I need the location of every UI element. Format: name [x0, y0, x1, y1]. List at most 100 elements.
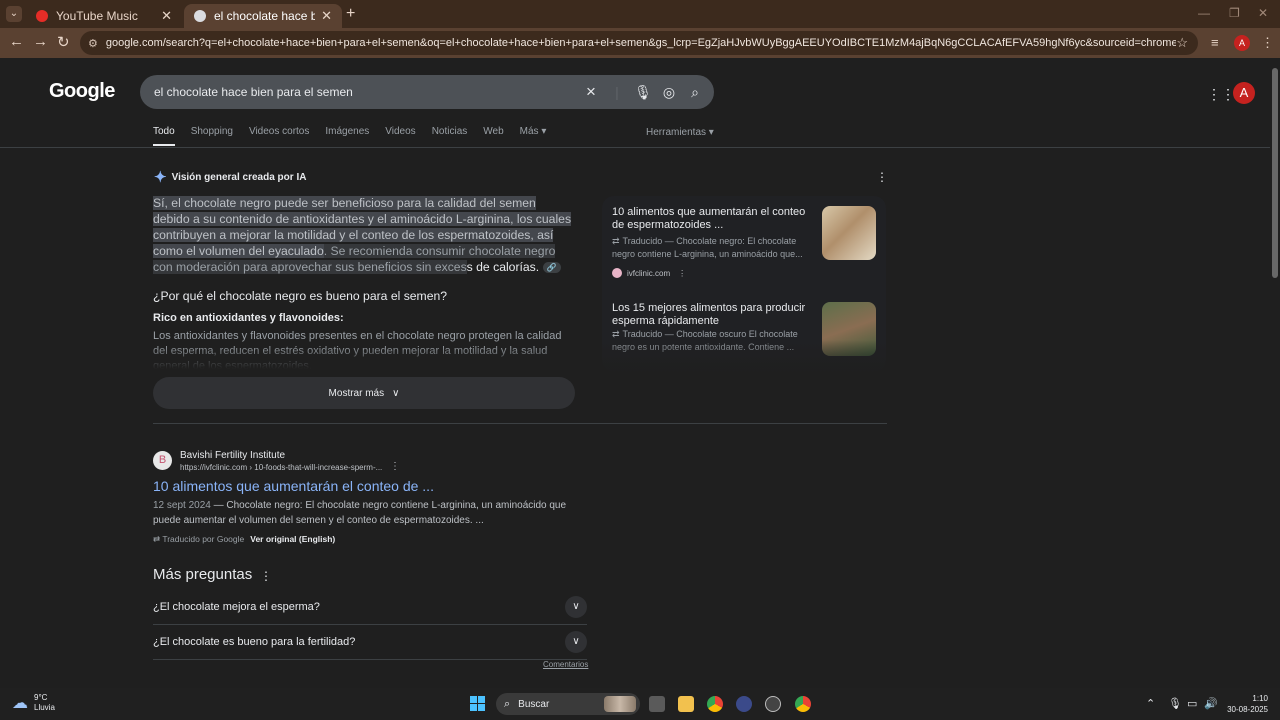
- tools-button[interactable]: Herramientas ▾: [646, 127, 714, 138]
- app-icon[interactable]: [765, 696, 781, 712]
- page-scrollbar[interactable]: [1270, 58, 1280, 688]
- weather-widget[interactable]: ☁ 9°C Lluvia: [12, 693, 55, 713]
- more-options-icon[interactable]: ⋮: [876, 170, 888, 184]
- section-divider: [153, 423, 887, 424]
- tab-strip: ⌄ YouTube Music ✕ el chocolate hace bien…: [0, 0, 1280, 28]
- faq-divider: [153, 659, 587, 660]
- microphone-icon[interactable]: 🎙: [630, 84, 656, 101]
- youtube-music-favicon-icon: [36, 10, 48, 22]
- tray-overflow-icon[interactable]: ⌃: [1146, 697, 1155, 710]
- close-icon[interactable]: ✕: [321, 8, 332, 24]
- account-avatar[interactable]: A: [1233, 82, 1255, 104]
- browser-toolbar: ← → ↻ ⚙ google.com/search?q=el+chocolate…: [0, 28, 1280, 58]
- tab-web[interactable]: Web: [483, 126, 503, 146]
- back-icon[interactable]: ←: [9, 33, 24, 50]
- minimize-icon[interactable]: —: [1198, 6, 1210, 20]
- forward-icon[interactable]: →: [33, 33, 48, 50]
- faq-question: ¿El chocolate mejora el esperma?: [153, 601, 320, 613]
- site-favicon[interactable]: B: [153, 451, 172, 470]
- tab-noticias[interactable]: Noticias: [432, 126, 468, 146]
- chevron-down-icon: ∨: [392, 387, 400, 399]
- tab-todo[interactable]: Todo: [153, 126, 175, 146]
- bookmark-star-icon[interactable]: ☆: [1176, 35, 1188, 51]
- taskbar-search[interactable]: ⌕ Buscar: [496, 693, 640, 715]
- menu-icon[interactable]: ⋮: [1261, 35, 1274, 51]
- card-source: ivfclinic.com ⋮: [612, 268, 686, 278]
- chevron-down-icon[interactable]: ∨: [565, 631, 587, 653]
- ai-overview-title: Visión general creada por IA: [171, 171, 307, 183]
- ai-sub-heading: Rico en antioxidantes y flavonoides:: [153, 312, 344, 324]
- taskbar-search-label: Buscar: [518, 698, 550, 710]
- faq-item[interactable]: ¿El chocolate mejora el esperma? ∨: [153, 592, 587, 622]
- clock-time: 1:10: [1252, 694, 1268, 703]
- header-divider: [0, 147, 1270, 148]
- ai-overview-heading: ✦ Visión general creada por IA: [154, 168, 306, 186]
- site-info-icon[interactable]: ⚙: [88, 37, 98, 50]
- volume-icon[interactable]: 🔊: [1204, 697, 1218, 710]
- weather-temp: 9°C: [34, 693, 48, 702]
- show-more-button[interactable]: Mostrar más ∨: [153, 377, 575, 409]
- result-snippet: 12 sept 2024 — Chocolate negro: El choco…: [153, 500, 567, 526]
- google-logo[interactable]: Google: [49, 80, 115, 103]
- card-title: Los 15 mejores alimentos para producir e…: [612, 302, 806, 327]
- system-clock[interactable]: 1:10 30-08-2025: [1222, 693, 1268, 715]
- more-options-icon[interactable]: ⋮: [260, 569, 272, 583]
- task-view-icon[interactable]: [649, 696, 665, 712]
- sparkle-icon: ✦: [154, 169, 167, 186]
- browser-profile-avatar[interactable]: A: [1234, 35, 1250, 51]
- faq-divider: [153, 624, 587, 625]
- tab-search-button[interactable]: ⌄: [6, 6, 22, 22]
- search-input[interactable]: [154, 85, 578, 99]
- result-title-link[interactable]: 10 alimentos que aumentarán el conteo de…: [153, 478, 434, 494]
- close-window-icon[interactable]: ✕: [1258, 6, 1268, 20]
- tab-shopping[interactable]: Shopping: [191, 126, 233, 146]
- microphone-tray-icon[interactable]: 🎙: [1168, 697, 1182, 710]
- ai-text-rest: s de calorías.: [466, 260, 540, 274]
- result-site-name[interactable]: Bavishi Fertility Institute: [180, 450, 285, 461]
- chrome-profile-icon[interactable]: [795, 696, 811, 712]
- reload-icon[interactable]: ↻: [57, 33, 70, 51]
- tab-imagenes[interactable]: Imágenes: [325, 126, 369, 146]
- tab-google-search[interactable]: el chocolate hace bien para el s ✕: [184, 4, 342, 28]
- apps-grid-icon[interactable]: ⋮⋮: [1207, 86, 1235, 103]
- card-thumbnail[interactable]: [822, 206, 876, 260]
- translation-note: ⇄ Traducido por Google Ver original (Engl…: [153, 534, 336, 544]
- feedback-link[interactable]: Comentarios: [543, 660, 588, 669]
- tab-youtube-music[interactable]: YouTube Music ✕: [26, 4, 182, 28]
- tab-videos[interactable]: Videos: [385, 126, 415, 146]
- start-icon[interactable]: [470, 696, 485, 711]
- ai-question: ¿Por qué el chocolate negro es bueno par…: [153, 289, 448, 303]
- address-bar[interactable]: ⚙ google.com/search?q=el+chocolate+hace+…: [80, 31, 1198, 55]
- more-questions-heading: Más preguntas: [153, 566, 253, 583]
- lens-icon[interactable]: ◎: [656, 84, 682, 101]
- card-title: 10 alimentos que aumentarán el conteo de…: [612, 206, 806, 231]
- search-icon[interactable]: ⌕: [682, 84, 708, 101]
- media-icon[interactable]: ≡: [1211, 35, 1219, 50]
- close-icon[interactable]: ✕: [161, 8, 172, 24]
- clear-icon[interactable]: ×: [578, 82, 604, 102]
- restore-icon[interactable]: ❐: [1229, 6, 1240, 20]
- search-highlight-icon: [604, 696, 636, 712]
- app-icon[interactable]: [736, 696, 752, 712]
- tab-videos-cortos[interactable]: Videos cortos: [249, 126, 309, 146]
- result-more-icon[interactable]: ⋮: [390, 461, 400, 472]
- cards-fade: [602, 340, 886, 374]
- network-icon[interactable]: ▭: [1187, 697, 1197, 710]
- new-tab-icon[interactable]: +: [346, 5, 355, 23]
- scrollbar-thumb[interactable]: [1272, 68, 1278, 278]
- file-explorer-icon[interactable]: [678, 696, 694, 712]
- chrome-icon[interactable]: [707, 696, 723, 712]
- chevron-down-icon[interactable]: ∨: [565, 596, 587, 618]
- rain-cloud-icon: ☁: [12, 695, 28, 712]
- search-icon: ⌕: [504, 697, 511, 710]
- link-icon[interactable]: 🔗: [542, 262, 561, 274]
- translate-icon: ⇄: [612, 236, 620, 246]
- faq-item[interactable]: ¿El chocolate es bueno para la fertilida…: [153, 627, 587, 657]
- search-box[interactable]: × | 🎙 ◎ ⌕: [140, 75, 714, 109]
- view-original-link[interactable]: Ver original (English): [250, 534, 335, 544]
- result-date: 12 sept 2024: [153, 500, 211, 511]
- tab-mas[interactable]: Más ▾: [520, 126, 547, 146]
- tab-title: YouTube Music: [56, 9, 138, 23]
- source-card[interactable]: 10 alimentos que aumentarán el conteo de…: [602, 196, 886, 292]
- result-url[interactable]: https://ivfclinic.com › 10-foods-that-wi…: [180, 463, 382, 472]
